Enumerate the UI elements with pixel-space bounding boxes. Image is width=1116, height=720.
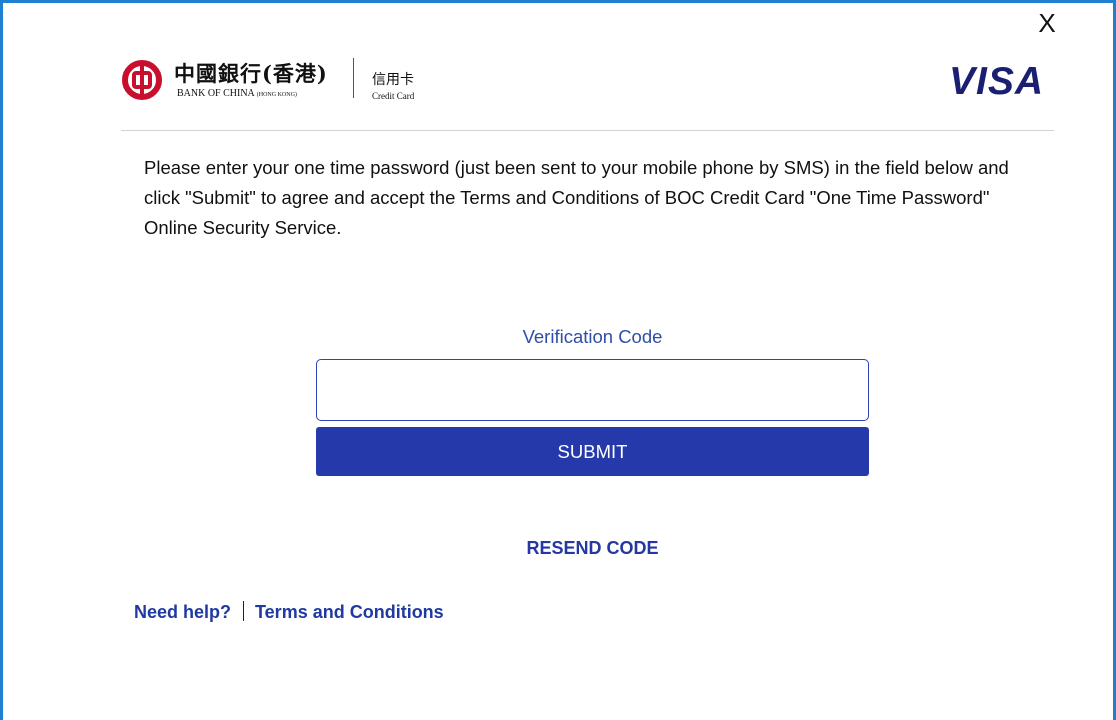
visa-logo: VISA: [948, 60, 1044, 103]
footer-separator: [243, 601, 245, 621]
header-divider: [121, 130, 1054, 131]
need-help-link[interactable]: Need help?: [134, 602, 231, 622]
terms-and-conditions-link[interactable]: Terms and Conditions: [255, 602, 444, 622]
header: 中國銀行(香港) BANK OF CHINA (HONG KONG) 信用卡 C…: [121, 50, 1054, 130]
verification-code-input-1[interactable]: [317, 360, 610, 420]
bank-name-en-main: BANK OF CHINA: [177, 88, 255, 99]
verification-code-input-2[interactable]: [610, 360, 903, 420]
verification-code-label: Verification Code: [522, 326, 663, 347]
bank-name-en: BANK OF CHINA (HONG KONG): [177, 88, 297, 99]
footer-links: Need help? Terms and Conditions: [134, 601, 444, 623]
close-button[interactable]: X: [1034, 8, 1060, 39]
bank-name-cn: 中國銀行(香港): [174, 61, 328, 86]
resend-code-link[interactable]: RESEND CODE: [316, 538, 869, 559]
credit-card-en: Credit Card: [372, 91, 415, 101]
verification-code-field: [316, 359, 903, 421]
submit-button[interactable]: SUBMIT: [316, 427, 869, 476]
instructions-text: Please enter your one time password (jus…: [144, 157, 1009, 238]
logo-divider: [353, 58, 354, 98]
credit-card-cn: 信用卡: [372, 72, 414, 88]
boc-logo-icon: [122, 60, 162, 100]
bank-name-en-sub: (HONG KONG): [256, 92, 297, 98]
